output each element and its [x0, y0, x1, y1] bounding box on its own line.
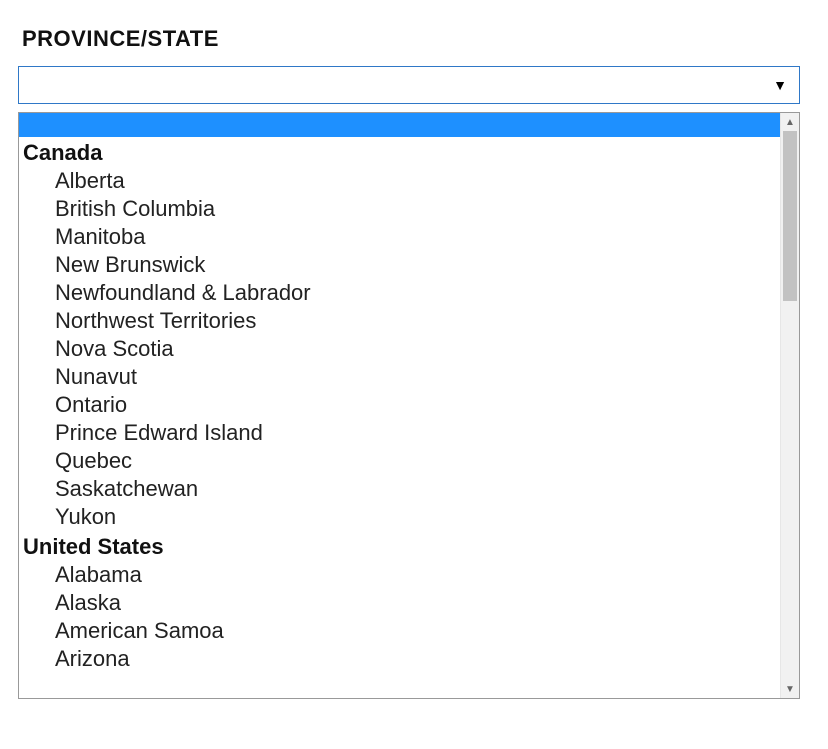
dropdown-option[interactable]: Quebec — [19, 447, 780, 475]
optgroup-label: Canada — [19, 137, 780, 167]
dropdown-highlight[interactable] — [19, 113, 780, 137]
dropdown-option[interactable]: Alabama — [19, 561, 780, 589]
scrollbar-thumb[interactable] — [783, 131, 797, 301]
scroll-down-icon[interactable]: ▼ — [781, 680, 799, 698]
dropdown-option[interactable]: Prince Edward Island — [19, 419, 780, 447]
dropdown-option[interactable]: Northwest Territories — [19, 307, 780, 335]
dropdown-scrollbar[interactable]: ▲ ▼ — [780, 113, 799, 698]
dropdown-option[interactable]: Nunavut — [19, 363, 780, 391]
dropdown-option[interactable]: Alaska — [19, 589, 780, 617]
province-state-select[interactable]: ▼ — [18, 66, 800, 104]
dropdown-option[interactable]: Arizona — [19, 645, 780, 673]
dropdown-option[interactable]: Saskatchewan — [19, 475, 780, 503]
dropdown-option[interactable]: Alberta — [19, 167, 780, 195]
chevron-down-icon: ▼ — [773, 77, 787, 93]
dropdown-option[interactable]: British Columbia — [19, 195, 780, 223]
field-label: PROVINCE/STATE — [22, 26, 810, 52]
dropdown-option[interactable]: Nova Scotia — [19, 335, 780, 363]
scroll-up-icon[interactable]: ▲ — [781, 113, 799, 131]
dropdown-option[interactable]: American Samoa — [19, 617, 780, 645]
optgroup-label: United States — [19, 531, 780, 561]
dropdown-option[interactable]: New Brunswick — [19, 251, 780, 279]
dropdown-option[interactable]: Newfoundland & Labrador — [19, 279, 780, 307]
dropdown-options-area: CanadaAlbertaBritish ColumbiaManitobaNew… — [19, 113, 780, 698]
dropdown-option[interactable]: Ontario — [19, 391, 780, 419]
dropdown-option[interactable]: Manitoba — [19, 223, 780, 251]
province-state-dropdown[interactable]: CanadaAlbertaBritish ColumbiaManitobaNew… — [18, 112, 800, 699]
dropdown-option[interactable]: Yukon — [19, 503, 780, 531]
